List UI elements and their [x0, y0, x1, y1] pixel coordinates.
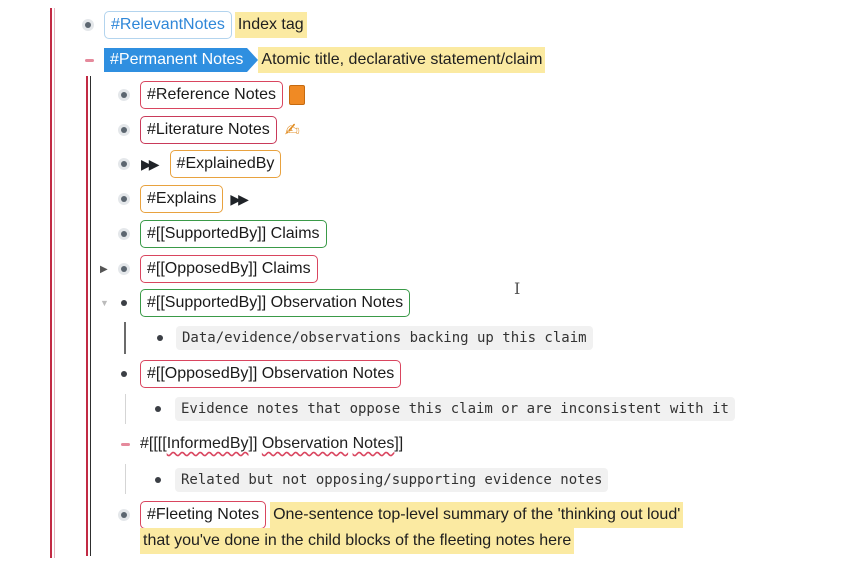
permanent-children-guide: [86, 76, 88, 556]
permanent-notes-tag[interactable]: #Permanent Notes: [104, 48, 259, 72]
block-explained-by: ▶▶ #ExplainedBy: [118, 150, 282, 178]
block-bullet[interactable]: [121, 300, 127, 306]
block-fleeting-notes-line2: that you've done in the child blocks of …: [140, 527, 575, 555]
block-supported-observations-child: Data/evidence/observations backing up th…: [157, 324, 593, 352]
block-informed-observations: #[[[[InformedBy]] Observation Notes]]: [121, 430, 403, 458]
reference-notes-tag[interactable]: #Reference Notes: [140, 81, 283, 109]
block-bullet[interactable]: [155, 406, 161, 412]
expand-caret-icon[interactable]: ▶: [100, 264, 112, 275]
text-segment: ]]: [248, 435, 262, 452]
fleeting-notes-text-line1: One-sentence top-level summary of the 't…: [270, 502, 684, 528]
block-opposed-observations: #[[OpposedBy]] Observation Notes: [121, 360, 402, 388]
permanent-notes-text: Atomic title, declarative statement/clai…: [258, 47, 546, 73]
block-bullet[interactable]: [155, 477, 161, 483]
block-literature-notes: #Literature Notes ✍: [118, 116, 300, 144]
informed-obs-child-guide: [125, 464, 126, 494]
block-relevant-notes: #RelevantNotes Index tag: [82, 11, 307, 39]
block-reference-notes: #Reference Notes: [118, 81, 305, 109]
block-opposed-claims: ▶ #[[OpposedBy]] Claims: [100, 255, 318, 283]
fast-forward-icon: ▶▶: [141, 155, 159, 172]
block-bullet[interactable]: [118, 158, 130, 170]
block-permanent-notes: #Permanent Notes Atomic title, declarati…: [85, 46, 546, 74]
relevant-notes-tag[interactable]: #RelevantNotes: [104, 11, 232, 39]
explains-tag[interactable]: #Explains: [140, 185, 224, 213]
fleeting-notes-text-line2: that you've done in the child blocks of …: [140, 528, 575, 554]
orange-book-icon: [288, 85, 305, 105]
block-bullet[interactable]: [118, 263, 130, 275]
text-segment: Observation: [261, 435, 349, 452]
block-bullet[interactable]: [118, 193, 130, 205]
block-bullet[interactable]: [118, 89, 130, 101]
supported-observations-child-text: Data/evidence/observations backing up th…: [176, 326, 593, 350]
text-segment: ]]: [394, 435, 404, 452]
supported-observations-tag[interactable]: #[[SupportedBy]] Observation Notes: [140, 289, 411, 317]
writing-hand-icon: ✍: [284, 119, 300, 140]
text-segment: #[[[[: [140, 435, 167, 452]
fast-forward-icon: ▶▶: [230, 190, 248, 207]
permanent-children-guide-2: [90, 76, 91, 556]
opposed-claims-tag[interactable]: #[[OpposedBy]] Claims: [140, 255, 318, 283]
block-bullet[interactable]: [157, 335, 163, 341]
block-bullet[interactable]: [118, 124, 130, 136]
outer-guide-line-2: [54, 8, 55, 558]
collapse-button[interactable]: [85, 58, 94, 62]
outer-guide-line: [50, 8, 52, 558]
block-fleeting-notes: #Fleeting Notes One-sentence top-level s…: [118, 501, 684, 529]
opposed-observations-tag[interactable]: #[[OpposedBy]] Observation Notes: [140, 360, 402, 388]
block-supported-claims: #[[SupportedBy]] Claims: [118, 220, 327, 248]
supported-obs-child-guide: [124, 322, 126, 354]
text-segment: Notes: [352, 435, 395, 452]
supported-claims-tag[interactable]: #[[SupportedBy]] Claims: [140, 220, 327, 248]
block-bullet[interactable]: [118, 228, 130, 240]
text-segment: InformedBy: [166, 435, 249, 452]
block-bullet[interactable]: [118, 509, 130, 521]
relevant-notes-text: Index tag: [234, 12, 307, 38]
block-bullet[interactable]: [82, 19, 94, 31]
explained-by-tag[interactable]: #ExplainedBy: [169, 150, 282, 178]
text-cursor-icon: I: [514, 279, 521, 298]
block-supported-observations: ▼ #[[SupportedBy]] Observation Notes: [100, 289, 411, 317]
fleeting-notes-tag[interactable]: #Fleeting Notes: [140, 501, 267, 529]
opposed-obs-child-guide: [125, 394, 126, 424]
collapse-caret-icon[interactable]: ▼: [100, 298, 112, 308]
informed-observations-text[interactable]: #[[[[InformedBy]] Observation Notes]]: [140, 435, 403, 453]
block-explains: #Explains ▶▶: [118, 185, 249, 213]
informed-observations-child-text: Related but not opposing/supporting evid…: [175, 468, 609, 492]
collapse-button[interactable]: [121, 442, 130, 446]
opposed-observations-child-text: Evidence notes that oppose this claim or…: [175, 397, 735, 421]
block-opposed-observations-child: Evidence notes that oppose this claim or…: [155, 395, 735, 423]
block-informed-observations-child: Related but not opposing/supporting evid…: [155, 466, 609, 494]
literature-notes-tag[interactable]: #Literature Notes: [140, 116, 277, 144]
block-bullet[interactable]: [121, 371, 127, 377]
